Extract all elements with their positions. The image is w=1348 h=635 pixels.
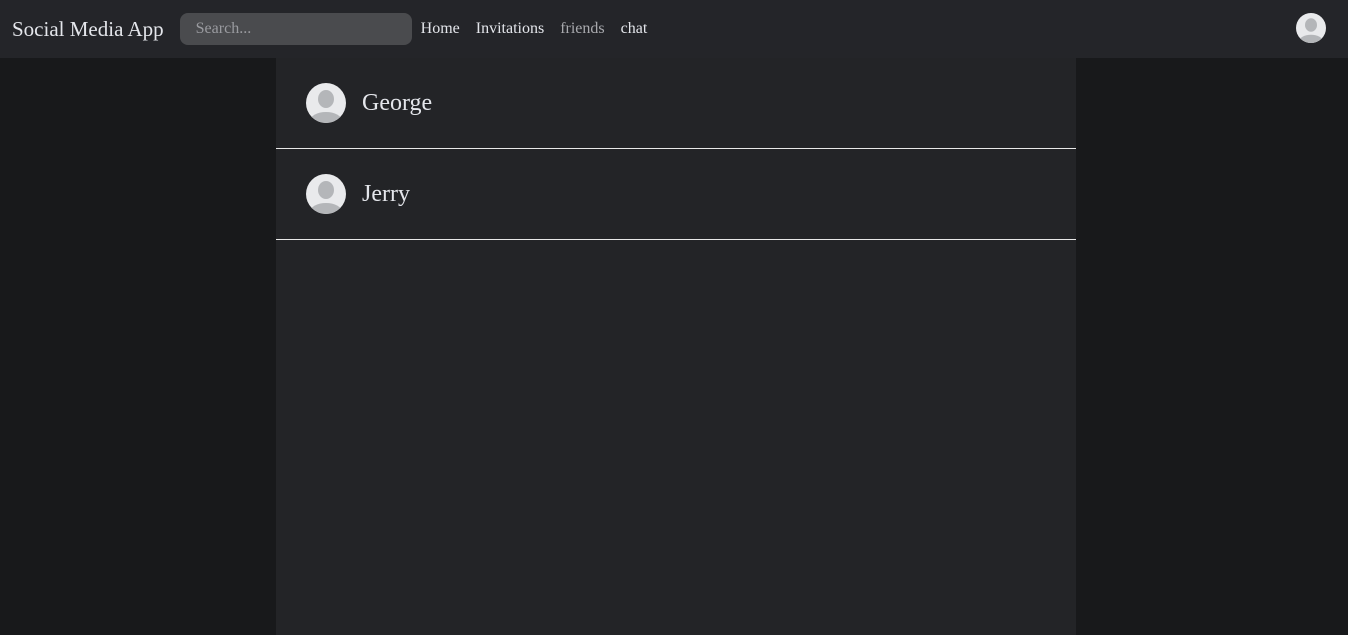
avatar [306,174,346,214]
friend-name: George [362,89,433,116]
avatar [306,83,346,123]
user-avatar-icon [306,174,346,214]
user-avatar-icon [1296,13,1326,43]
top-navbar: Social Media App Home Invitations friend… [0,0,1348,58]
friends-list: George Jerry [276,58,1076,635]
nav-link-invitations[interactable]: Invitations [476,20,544,38]
nav-link-chat[interactable]: chat [621,20,648,38]
friend-list-item[interactable]: Jerry [276,149,1076,240]
friend-list-item[interactable]: George [276,58,1076,149]
nav-links: Home Invitations friends chat [421,20,664,38]
search-input[interactable] [179,13,412,45]
nav-link-home[interactable]: Home [421,20,460,38]
profile-avatar-button[interactable] [1296,13,1326,43]
app-title[interactable]: Social Media App [12,17,164,42]
nav-link-friends[interactable]: friends [560,20,604,38]
friend-name: Jerry [362,180,410,207]
user-avatar-icon [306,83,346,123]
